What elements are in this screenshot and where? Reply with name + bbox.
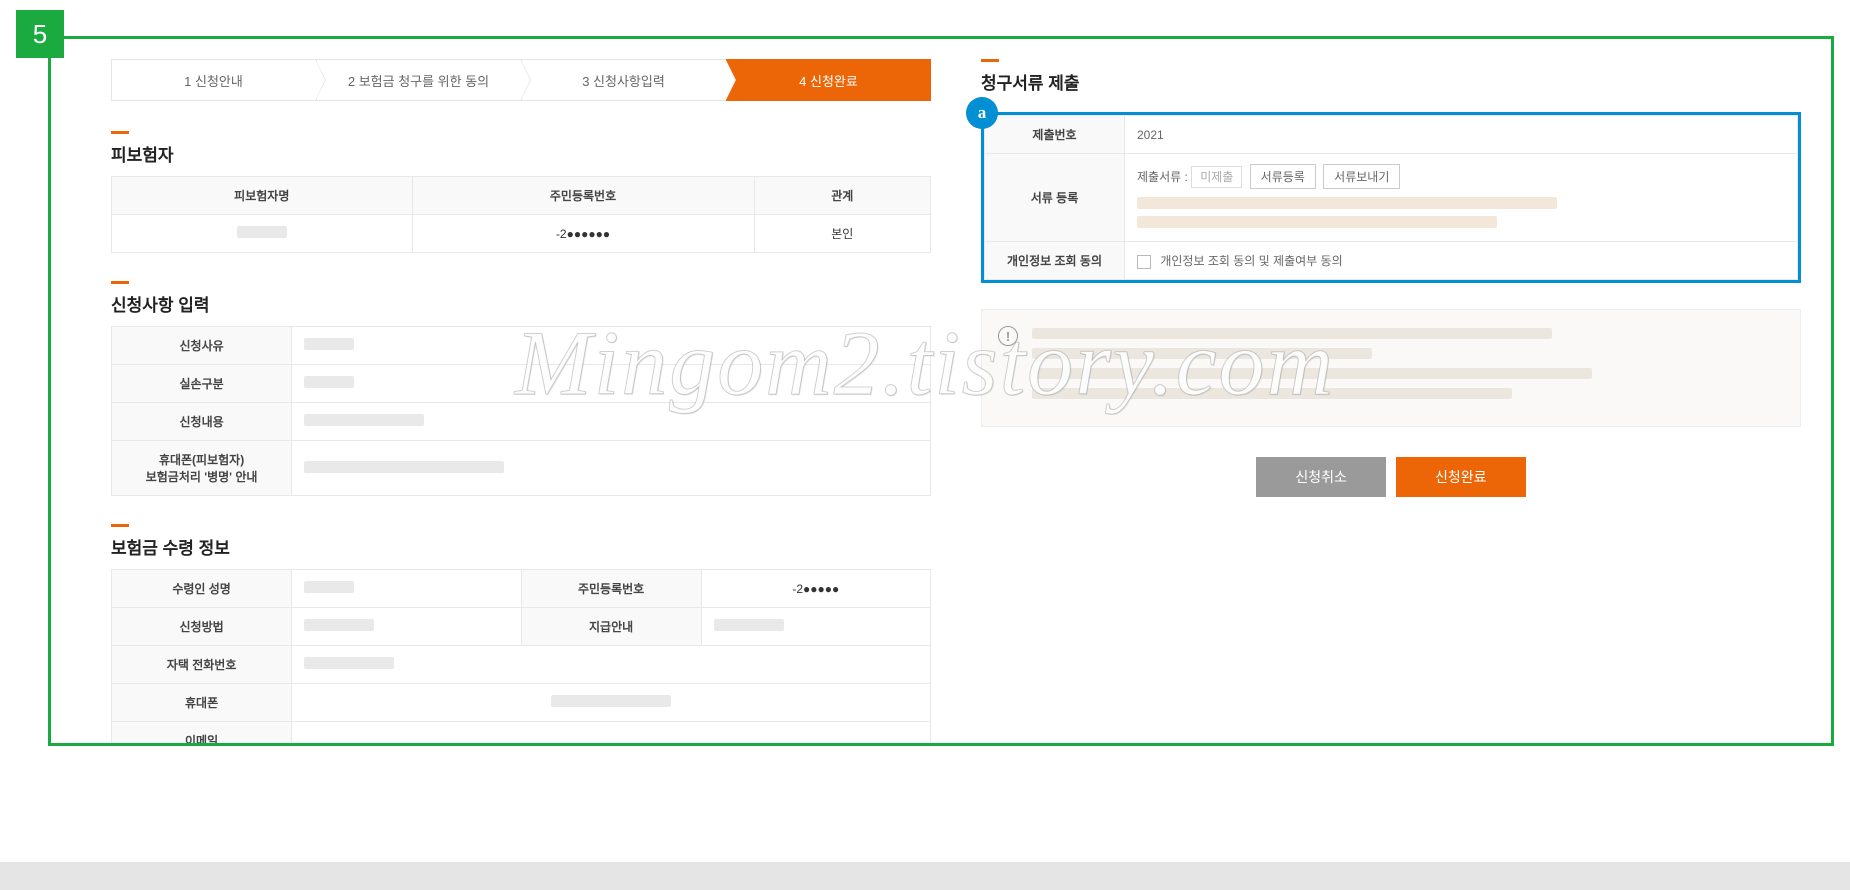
doc-submission-no: 2021	[1125, 116, 1798, 154]
consent-checkbox[interactable]	[1137, 255, 1151, 269]
doc-register-cell: 제출서류 : 미제출 서류등록 서류보내기	[1125, 154, 1798, 242]
footer-bar	[0, 862, 1850, 890]
app-row-3-value	[292, 441, 931, 496]
cancel-button[interactable]: 신청취소	[1256, 457, 1386, 497]
payout-row-1-label2: 지급안내	[521, 608, 701, 646]
payout-row-2-label: 자택 전화번호	[112, 646, 292, 684]
application-table: 신청사유 실손구분 신청내용 휴대폰(피보험자) 보험금처리 '병명' 안내	[111, 326, 931, 496]
send-doc-button[interactable]: 서류보내기	[1323, 164, 1400, 189]
info-icon: !	[998, 326, 1018, 346]
notice-text	[1032, 328, 1780, 408]
insured-name	[112, 215, 413, 253]
payout-row-4-label: 이메일	[112, 722, 292, 744]
step-3[interactable]: 3 신청사항입력	[521, 59, 726, 101]
payout-row-3-value	[292, 684, 931, 722]
app-row-0-label: 신청사유	[112, 327, 292, 365]
app-row-1-label: 실손구분	[112, 365, 292, 403]
section-title-documents: 청구서류 제출	[981, 59, 1080, 94]
app-row-1-value	[292, 365, 931, 403]
step-2[interactable]: 2 보험금 청구를 위한 동의	[316, 59, 521, 101]
documents-box: a 제출번호 2021 서류 등록 제출서류 : 미제출 서류등록 서류보내기	[981, 112, 1801, 283]
section-title-insured: 피보험자	[111, 131, 174, 166]
payout-table: 수령인 성명 주민등록번호 -2●●●●● 신청방법 지급안내 자택 전화번호 …	[111, 569, 931, 743]
step-1[interactable]: 1 신청안내	[111, 59, 316, 101]
payout-row-1-label: 신청방법	[112, 608, 292, 646]
app-row-2-value	[292, 403, 931, 441]
insured-header-rrn: 주민등록번호	[412, 177, 754, 215]
payout-row-0-label: 수령인 성명	[112, 570, 292, 608]
step-4[interactable]: 4 신청완료	[726, 59, 931, 101]
doc-submission-no-label: 제출번호	[985, 116, 1125, 154]
payout-row-3-label: 휴대폰	[112, 684, 292, 722]
insured-rrn: -2●●●●●●	[412, 215, 754, 253]
progress-steps: 1 신청안내 2 보험금 청구를 위한 동의 3 신청사항입력 4 신청완료	[111, 59, 931, 101]
doc-register-label: 서류 등록	[985, 154, 1125, 242]
frame: 1 신청안내 2 보험금 청구를 위한 동의 3 신청사항입력 4 신청완료 피…	[48, 36, 1834, 746]
payout-row-0-label2: 주민등록번호	[521, 570, 701, 608]
notice-box: !	[981, 309, 1801, 427]
action-buttons: 신청취소 신청완료	[981, 457, 1801, 497]
insured-header-name: 피보험자명	[112, 177, 413, 215]
register-doc-button[interactable]: 서류등록	[1250, 164, 1316, 189]
app-row-0-value	[292, 327, 931, 365]
file-prefix: 제출서류 :	[1137, 170, 1188, 184]
file-input[interactable]: 미제출	[1191, 166, 1242, 188]
insured-table: 피보험자명 주민등록번호 관계 -2●●●●●● 본인	[111, 176, 931, 253]
consent-text: 개인정보 조회 동의 및 제출여부 동의	[1160, 254, 1342, 268]
step-badge: 5	[16, 10, 64, 58]
insured-header-relation: 관계	[754, 177, 931, 215]
payout-row-4-value	[292, 722, 931, 744]
app-row-2-label: 신청내용	[112, 403, 292, 441]
payout-row-1-value	[292, 608, 521, 646]
doc-consent-label: 개인정보 조회 동의	[985, 242, 1125, 280]
payout-row-0-value2: -2●●●●●	[701, 570, 930, 608]
app-row-3-label: 휴대폰(피보험자) 보험금처리 '병명' 안내	[112, 441, 292, 496]
left-column: 1 신청안내 2 보험금 청구를 위한 동의 3 신청사항입력 4 신청완료 피…	[111, 59, 931, 723]
section-title-payout: 보험금 수령 정보	[111, 524, 230, 559]
callout-badge-a: a	[966, 97, 998, 129]
right-column: 청구서류 제출 a 제출번호 2021 서류 등록 제출서류 : 미제출 서류등…	[981, 59, 1801, 723]
complete-button[interactable]: 신청완료	[1396, 457, 1526, 497]
section-title-application: 신청사항 입력	[111, 281, 210, 316]
doc-consent-cell: 개인정보 조회 동의 및 제출여부 동의	[1125, 242, 1798, 280]
insured-relation: 본인	[754, 215, 931, 253]
payout-row-1-value2	[701, 608, 930, 646]
payout-row-0-value	[292, 570, 521, 608]
payout-row-2-value	[292, 646, 931, 684]
